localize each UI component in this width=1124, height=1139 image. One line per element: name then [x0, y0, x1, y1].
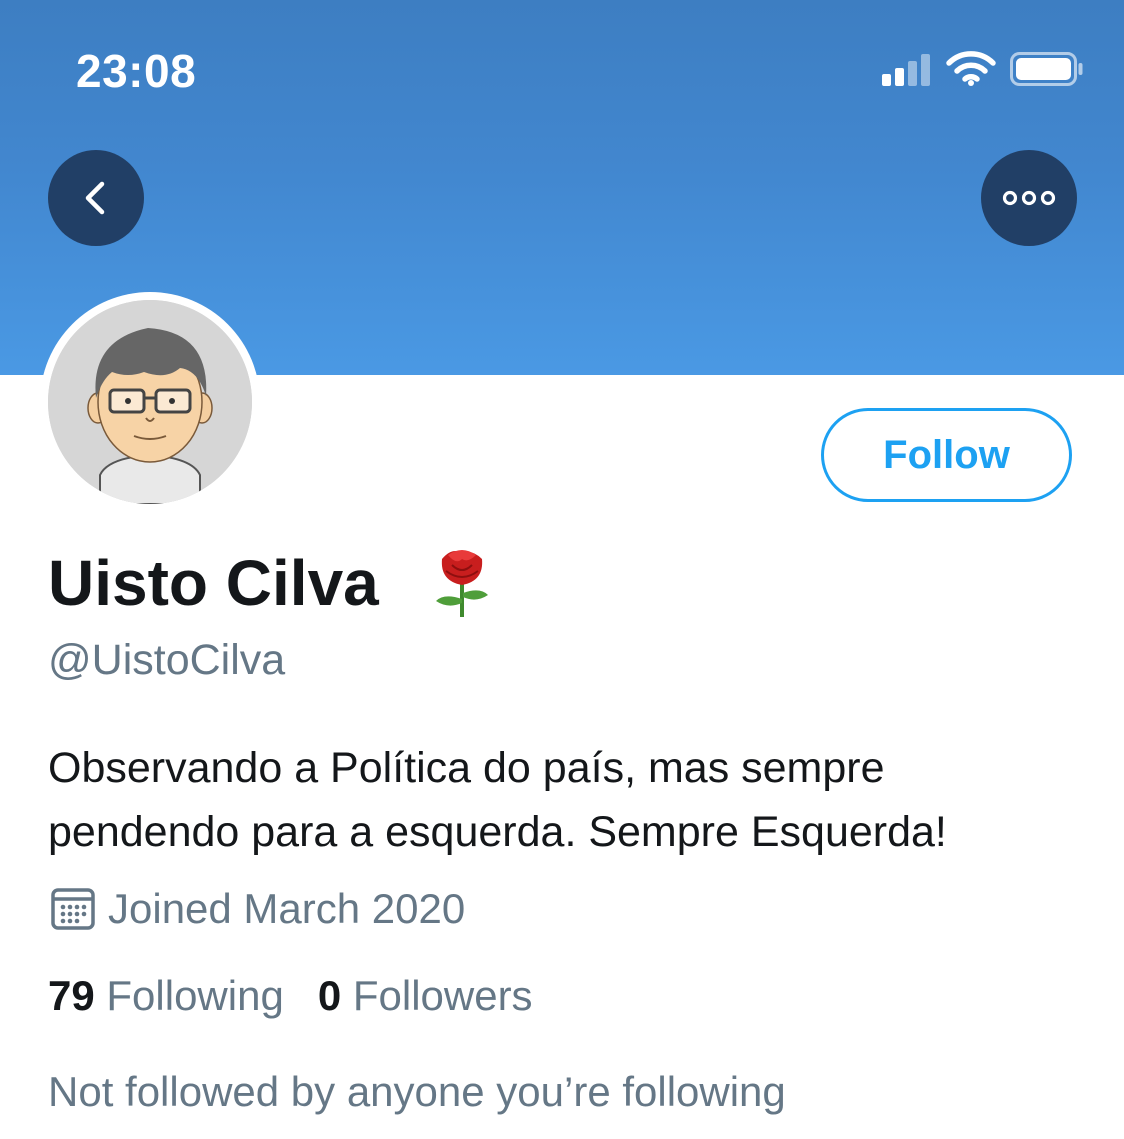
- chevron-left-icon: [85, 181, 105, 215]
- mutual-followers-note: Not followed by anyone you’re following: [48, 1068, 786, 1115]
- back-button[interactable]: [48, 150, 144, 246]
- calendar-icon: [51, 888, 95, 930]
- profile-handle: @UistoCilva: [48, 636, 286, 684]
- display-name: Uisto Cilva: [48, 547, 379, 619]
- profile-bio: Observando a Política do país, mas sempr…: [48, 736, 1088, 864]
- following-count: 79: [48, 972, 95, 1019]
- follow-button[interactable]: Follow: [821, 408, 1072, 502]
- followers-label: Followers: [352, 972, 533, 1019]
- following-label: Following: [106, 972, 284, 1019]
- battery-icon: [1010, 52, 1083, 86]
- avatar-illustration: [48, 300, 252, 504]
- joined-date-row: Joined March 2020: [50, 884, 465, 934]
- bio-line: Observando a Política do país, mas sempr…: [48, 744, 885, 792]
- avatar: [48, 300, 252, 504]
- following-link[interactable]: 79 Following: [48, 972, 284, 1019]
- followers-link[interactable]: 0 Followers: [318, 972, 533, 1019]
- followers-count: 0: [317, 972, 342, 1019]
- rose-icon: [436, 550, 488, 617]
- profile-avatar[interactable]: [40, 292, 260, 512]
- joined-date: Joined March 2020: [108, 885, 466, 932]
- status-time: 23:08: [76, 45, 197, 97]
- cellular-signal-icon: [882, 54, 934, 86]
- more-horizontal-icon: [1002, 190, 1056, 206]
- bio-line: pendendo para a esquerda. Sempre Esquerd…: [48, 808, 947, 856]
- more-options-button[interactable]: [981, 150, 1077, 246]
- follow-stats: 79 Following 0 Followers: [48, 970, 533, 1022]
- wifi-icon: [946, 51, 996, 86]
